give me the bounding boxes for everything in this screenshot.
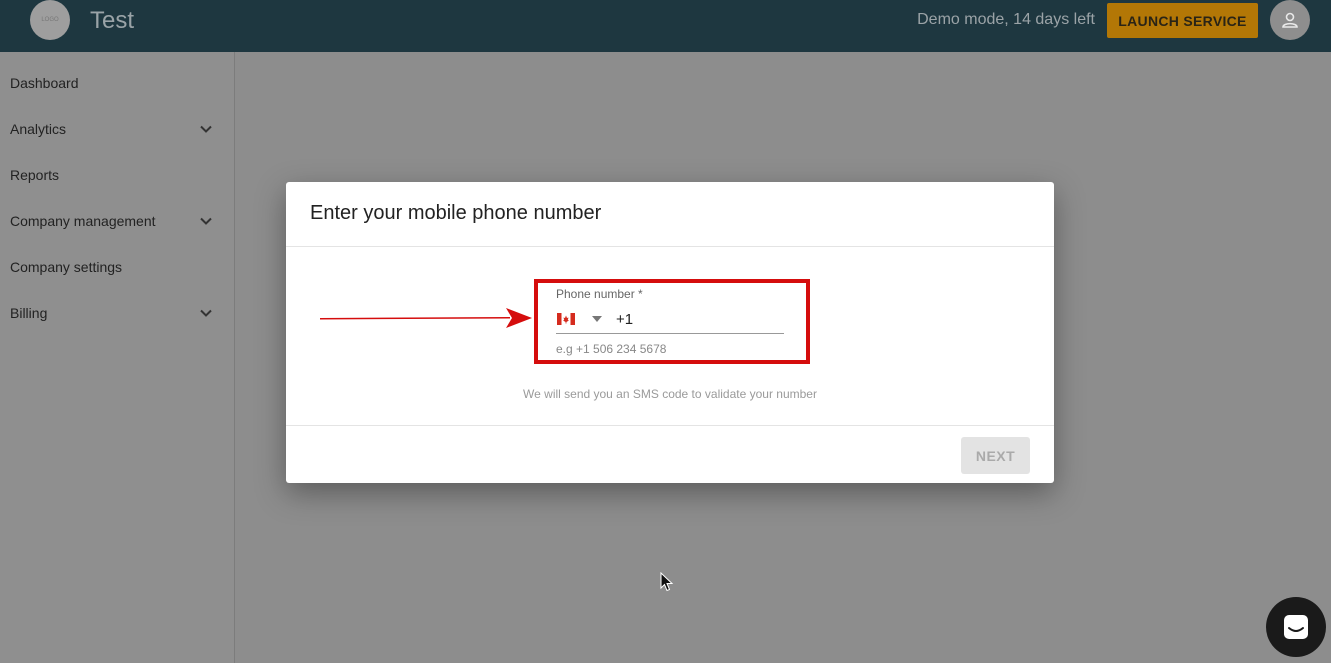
dialog-divider [286, 246, 1054, 247]
canada-flag-icon[interactable] [557, 313, 575, 325]
user-icon [1282, 12, 1298, 28]
sidebar-item-company-management[interactable]: Company management [0, 198, 234, 244]
sidebar-item-reports[interactable]: Reports [0, 152, 234, 198]
sidebar-item-analytics[interactable]: Analytics [0, 106, 234, 152]
sidebar-item-label: Dashboard [10, 75, 79, 91]
logo[interactable]: LOGO [30, 0, 70, 40]
sidebar-item-company-settings[interactable]: Company settings [0, 244, 234, 290]
phone-field-hint: e.g +1 506 234 5678 [556, 342, 667, 356]
phone-field-label: Phone number * [556, 287, 643, 301]
chevron-down-icon [200, 309, 212, 317]
sidebar-item-label: Reports [10, 167, 60, 183]
sidebar: Dashboard Analytics Reports Company mana… [0, 52, 235, 663]
sidebar-item-dashboard[interactable]: Dashboard [0, 60, 234, 106]
sidebar-item-label: Company settings [10, 259, 123, 275]
dialog-divider [286, 425, 1054, 426]
user-avatar[interactable] [1270, 0, 1310, 40]
country-dropdown-caret-icon[interactable] [592, 316, 602, 322]
phone-field-underline [556, 333, 784, 334]
sms-validation-note: We will send you an SMS code to validate… [523, 387, 817, 401]
sidebar-item-label: Billing [10, 305, 48, 321]
logo-text: LOGO [41, 17, 59, 23]
sidebar-item-label: Company management [10, 213, 156, 229]
sidebar-item-label: Analytics [10, 121, 67, 137]
chat-launcher-button[interactable] [1266, 597, 1326, 657]
app-title: Test [90, 7, 135, 34]
phone-number-input[interactable] [616, 308, 784, 330]
phone-number-dialog: Enter your mobile phone number Phone num… [286, 182, 1054, 483]
mouse-cursor-icon [660, 572, 674, 592]
demo-mode-text: Demo mode, 14 days left [917, 11, 1095, 28]
chevron-down-icon [200, 125, 212, 133]
next-button[interactable]: NEXT [961, 437, 1030, 474]
sidebar-item-billing[interactable]: Billing [0, 290, 234, 336]
top-bar: LOGO Test Demo mode, 14 days left LAUNCH… [0, 0, 1331, 52]
annotation-arrow-icon [320, 308, 532, 328]
chat-icon [1284, 615, 1308, 639]
chevron-down-icon [200, 217, 212, 225]
launch-service-button[interactable]: LAUNCH SERVICE [1107, 3, 1258, 38]
dialog-title: Enter your mobile phone number [310, 202, 602, 224]
